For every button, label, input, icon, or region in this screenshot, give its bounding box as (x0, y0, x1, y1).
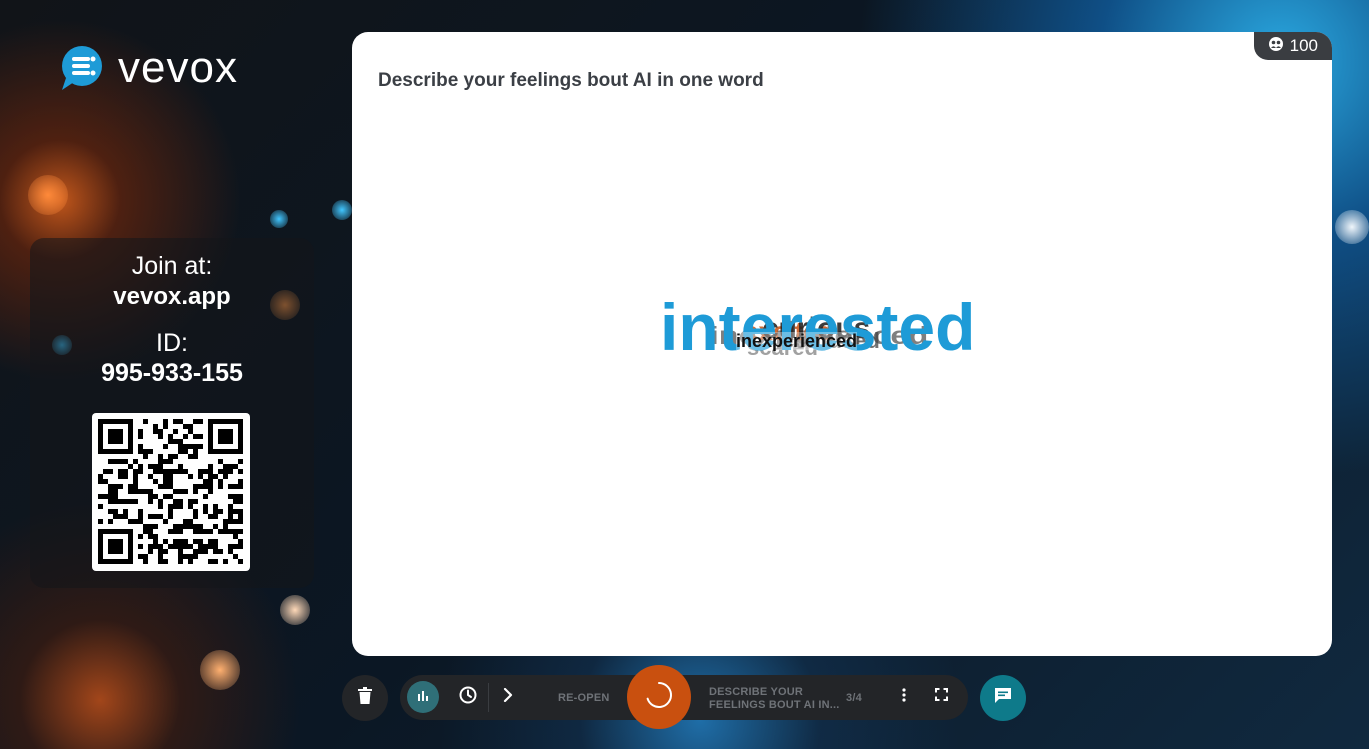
question-card: 100 Describe your feelings bout AI in on… (352, 32, 1332, 656)
chevron-right-icon (503, 687, 513, 707)
vevox-logo-icon (60, 44, 108, 92)
session-id-value: 995-933-155 (101, 359, 243, 387)
chat-icon (993, 687, 1013, 710)
vevox-logo: vevox (60, 44, 238, 92)
fullscreen-button[interactable] (927, 681, 955, 713)
clock-icon (459, 686, 477, 709)
reopen-button[interactable]: RE-OPEN (558, 692, 610, 704)
trash-icon (357, 686, 373, 710)
close-voting-button[interactable] (627, 665, 691, 729)
join-panel: Join at: vevox.app ID: 995-933-155 (30, 238, 314, 588)
more-options-button[interactable] (890, 681, 918, 713)
toolbar-divider (488, 683, 489, 712)
join-url: vevox.app (113, 283, 231, 310)
word-cloud: inexperienced excited curious scared con… (352, 32, 1332, 656)
timer-button[interactable] (452, 681, 484, 713)
bar-chart-icon (417, 688, 429, 706)
results-toggle-button[interactable] (407, 681, 439, 713)
current-question-line-2: FEELINGS BOUT AI IN... (709, 699, 840, 711)
loading-spinner-icon (645, 681, 673, 714)
vevox-wordmark: vevox (118, 43, 238, 92)
qr-code (92, 413, 250, 571)
current-question-line-1: DESCRIBE YOUR (709, 686, 804, 698)
question-position: 3/4 (846, 692, 862, 704)
session-id-label: ID: (156, 329, 188, 357)
messages-button[interactable] (980, 675, 1026, 721)
delete-button[interactable] (342, 675, 388, 721)
word-cloud-word: inexperienced (736, 331, 858, 351)
more-vertical-icon (902, 687, 906, 707)
join-label: Join at: (131, 252, 213, 280)
next-question-button[interactable] (492, 681, 524, 713)
fullscreen-icon (934, 688, 948, 706)
